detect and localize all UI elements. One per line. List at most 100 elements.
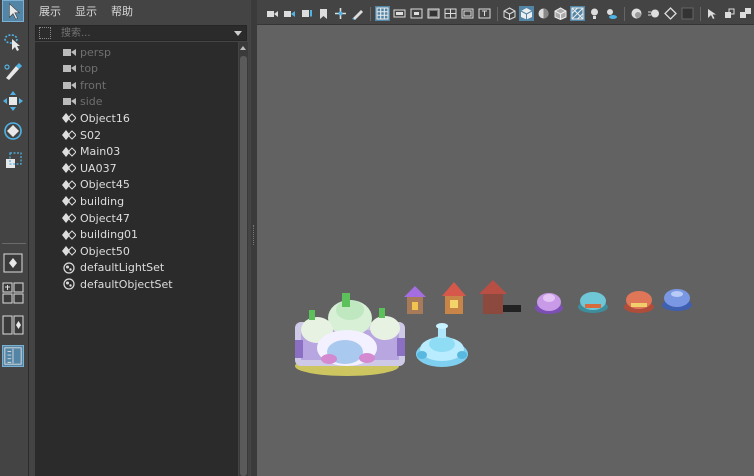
toolbox: [0, 0, 29, 476]
fountain-model[interactable]: [416, 323, 468, 367]
xray-joints-icon[interactable]: [722, 6, 737, 21]
wireframe-on-shaded-icon[interactable]: [553, 6, 568, 21]
select-tool-icon[interactable]: [2, 0, 24, 22]
resolution-gate-icon[interactable]: [409, 6, 424, 21]
grid-icon[interactable]: [375, 6, 390, 21]
tower-model-1[interactable]: [404, 286, 426, 314]
dome-model-3[interactable]: [624, 291, 654, 313]
camera-icon: [62, 96, 76, 108]
list-item[interactable]: front: [35, 77, 238, 93]
list-item-label: Main03: [80, 145, 121, 159]
list-item-label: UA037: [80, 161, 117, 175]
transform-icon: [62, 162, 76, 174]
splitter-grip[interactable]: [253, 225, 256, 245]
menu-display[interactable]: 展示: [39, 3, 61, 19]
gate-mask-icon[interactable]: [426, 6, 441, 21]
motion-blur-icon[interactable]: [646, 6, 661, 21]
film-gate-icon[interactable]: [392, 6, 407, 21]
menu-help[interactable]: 帮助: [111, 3, 133, 19]
list-item[interactable]: defaultObjectSet: [35, 276, 238, 292]
camera-icon: [62, 79, 76, 91]
outliner-menubar: 展示 显示 帮助: [29, 0, 251, 22]
scale-tool-icon[interactable]: [2, 150, 24, 172]
safe-action-icon[interactable]: [460, 6, 475, 21]
list-item-label: defaultLightSet: [80, 261, 165, 275]
transform-icon: [62, 245, 76, 257]
list-item[interactable]: persp: [35, 44, 238, 60]
grease-pencil-icon[interactable]: [350, 6, 365, 21]
smooth-shade-icon[interactable]: [519, 6, 534, 21]
transform-icon: [62, 112, 76, 124]
list-item[interactable]: building01: [35, 227, 238, 243]
list-item-label: building01: [80, 228, 139, 242]
search-options-dropdown-icon[interactable]: [234, 30, 242, 36]
scroll-up-arrow-icon[interactable]: [240, 46, 246, 50]
list-item[interactable]: Object50: [35, 243, 238, 259]
camera-attributes-icon[interactable]: [282, 6, 297, 21]
list-item-label: Object16: [80, 111, 130, 125]
camera-select-icon[interactable]: [265, 6, 280, 21]
outliner-scrollbar[interactable]: [239, 42, 248, 476]
field-chart-icon[interactable]: [443, 6, 458, 21]
list-item[interactable]: building: [35, 193, 238, 209]
scrollbar-thumb[interactable]: [240, 56, 247, 476]
four-pane-layout-icon[interactable]: [2, 282, 24, 304]
toolbar-divider: [700, 7, 701, 21]
list-item-label: persp: [80, 45, 111, 59]
bookmark-icon[interactable]: [299, 6, 314, 21]
default-material-icon[interactable]: [536, 6, 551, 21]
scene-view[interactable]: [257, 0, 754, 476]
list-item[interactable]: Main03: [35, 144, 238, 160]
use-all-lights-icon[interactable]: [587, 6, 602, 21]
single-pane-layout-icon[interactable]: [2, 252, 24, 274]
lasso-tool-icon[interactable]: [2, 30, 24, 52]
shadows-icon[interactable]: [604, 6, 619, 21]
wireframe-icon[interactable]: [502, 6, 517, 21]
dome-model-4[interactable]: [662, 289, 692, 311]
search-bar: [35, 25, 247, 41]
dome-model-1[interactable]: [535, 293, 563, 314]
xray-icon[interactable]: [570, 6, 585, 21]
list-item-label: front: [80, 78, 107, 92]
viewport-panel[interactable]: [257, 0, 754, 476]
isolate-select-icon[interactable]: [705, 6, 720, 21]
camera-icon: [62, 46, 76, 58]
list-item-label: side: [80, 95, 103, 109]
list-item[interactable]: top: [35, 61, 238, 77]
list-item[interactable]: side: [35, 94, 238, 110]
two-pane-layout-icon[interactable]: [2, 314, 24, 336]
transform-2d-icon[interactable]: [333, 6, 348, 21]
transform-icon: [62, 229, 76, 241]
screen-space-ao-icon[interactable]: [629, 6, 644, 21]
xray-active-icon[interactable]: [738, 6, 753, 21]
list-item[interactable]: defaultLightSet: [35, 260, 238, 276]
castle-model[interactable]: [295, 293, 405, 376]
list-item-label: building: [80, 194, 125, 208]
toolbar-divider: [370, 7, 371, 21]
camera-icon: [62, 63, 76, 75]
transform-icon: [62, 212, 76, 224]
menu-show[interactable]: 显示: [75, 3, 97, 19]
rotate-tool-icon[interactable]: [2, 120, 24, 142]
depth-of-field-icon[interactable]: [680, 6, 695, 21]
move-tool-icon[interactable]: [2, 90, 24, 112]
transform-icon: [62, 179, 76, 191]
dome-model-2[interactable]: [578, 292, 608, 313]
multisample-aa-icon[interactable]: [663, 6, 678, 21]
list-item[interactable]: Object45: [35, 177, 238, 193]
tower-model-2[interactable]: [442, 282, 466, 314]
list-item[interactable]: Object16: [35, 110, 238, 126]
list-item-label: S02: [80, 128, 101, 142]
tower-model-3[interactable]: [479, 280, 521, 314]
outliner-list: persp top front side Object16 S02 Main03…: [35, 42, 238, 476]
list-item[interactable]: Object47: [35, 210, 238, 226]
filter-icon[interactable]: [39, 27, 51, 39]
outliner-layout-icon[interactable]: [2, 345, 24, 367]
paint-select-tool-icon[interactable]: [2, 60, 24, 82]
search-input[interactable]: [57, 26, 234, 40]
list-item[interactable]: S02: [35, 127, 238, 143]
list-item[interactable]: UA037: [35, 160, 238, 176]
safe-title-icon[interactable]: [477, 6, 492, 21]
image-plane-icon[interactable]: [316, 6, 331, 21]
toolbar-divider: [497, 7, 498, 21]
